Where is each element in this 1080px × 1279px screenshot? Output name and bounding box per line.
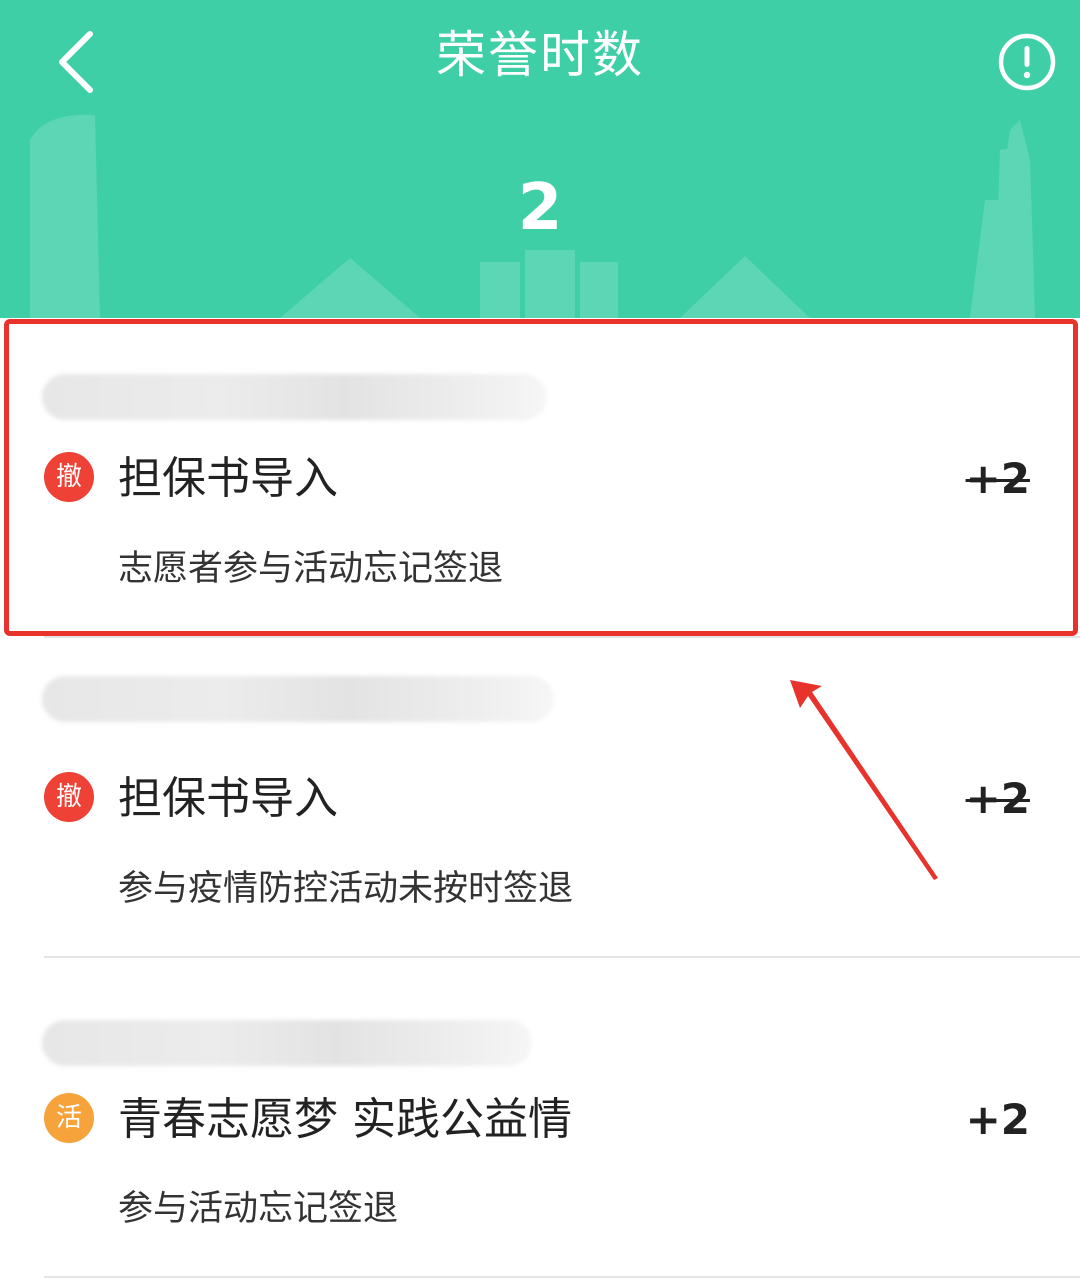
status-badge: 活 [44,1093,94,1143]
list-item[interactable]: 撤 担保书导入 +2 志愿者参与活动忘记签退 [0,318,1080,634]
info-circle-icon [998,33,1056,91]
status-badge: 撤 [44,452,94,502]
status-badge: 撤 [44,772,94,822]
record-points: +2 [965,774,1030,823]
blurred-timestamp [42,1020,532,1066]
divider [44,1276,1080,1278]
record-points: +2 [965,1095,1030,1144]
blurred-timestamp [42,676,554,722]
header: 荣誉时数 2 [0,0,1080,318]
record-title: 担保书导入 [118,773,338,824]
record-title: 青春志愿梦 实践公益情 [118,1094,572,1145]
blurred-timestamp [42,374,547,420]
annotation-arrow-icon [790,680,938,880]
record-points: +2 [965,454,1030,503]
info-button[interactable] [996,31,1058,93]
total-hours-value: 2 [517,171,563,245]
record-description: 参与活动忘记签退 [118,1189,399,1229]
page-title: 荣誉时数 [436,26,644,84]
list-item[interactable]: 活 青春志愿梦 实践公益情 +2 参与活动忘记签退 [0,958,1080,1278]
record-description: 志愿者参与活动忘记签退 [118,549,504,589]
record-title: 担保书导入 [118,453,338,504]
record-description: 参与疫情防控活动未按时签退 [118,869,574,909]
